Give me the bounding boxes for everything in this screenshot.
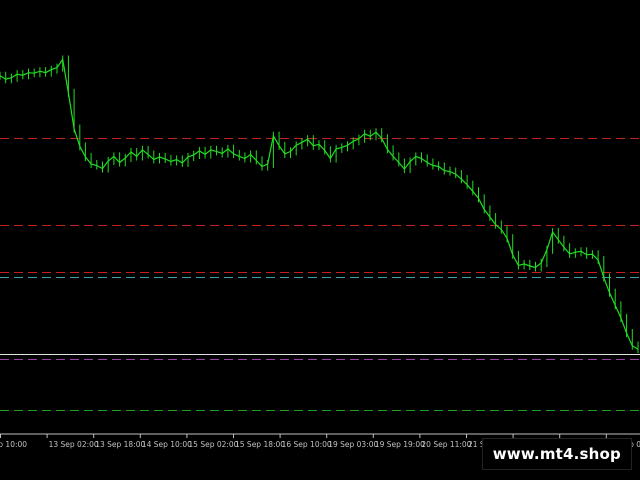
x-tick-label: 12 Sep 10:00 [0,440,27,449]
x-tick-label: 14 Sep 10:00 [142,440,192,449]
x-tick-label: 13 Sep 02:00 [49,440,99,449]
x-tick-label: 19 Sep 03:00 [328,440,378,449]
x-tick-label: 16 Sep 10:00 [282,440,332,449]
chart-background [0,0,640,480]
x-tick-label: 13 Sep 18:00 [95,440,145,449]
price-chart: 12 Sep 10:00 13 Sep 02:0013 Sep 18:0014 S… [0,0,640,480]
x-tick-label: 20 Sep 11:00 [421,440,471,449]
x-tick-label: 15 Sep 18:00 [235,440,285,449]
x-tick-label: 15 Sep 02:00 [188,440,238,449]
chart-canvas: 12 Sep 10:00 13 Sep 02:0013 Sep 18:0014 S… [0,0,640,480]
x-tick-label: 19 Sep 19:00 [375,440,425,449]
watermark: www.mt4.shop [481,438,632,470]
